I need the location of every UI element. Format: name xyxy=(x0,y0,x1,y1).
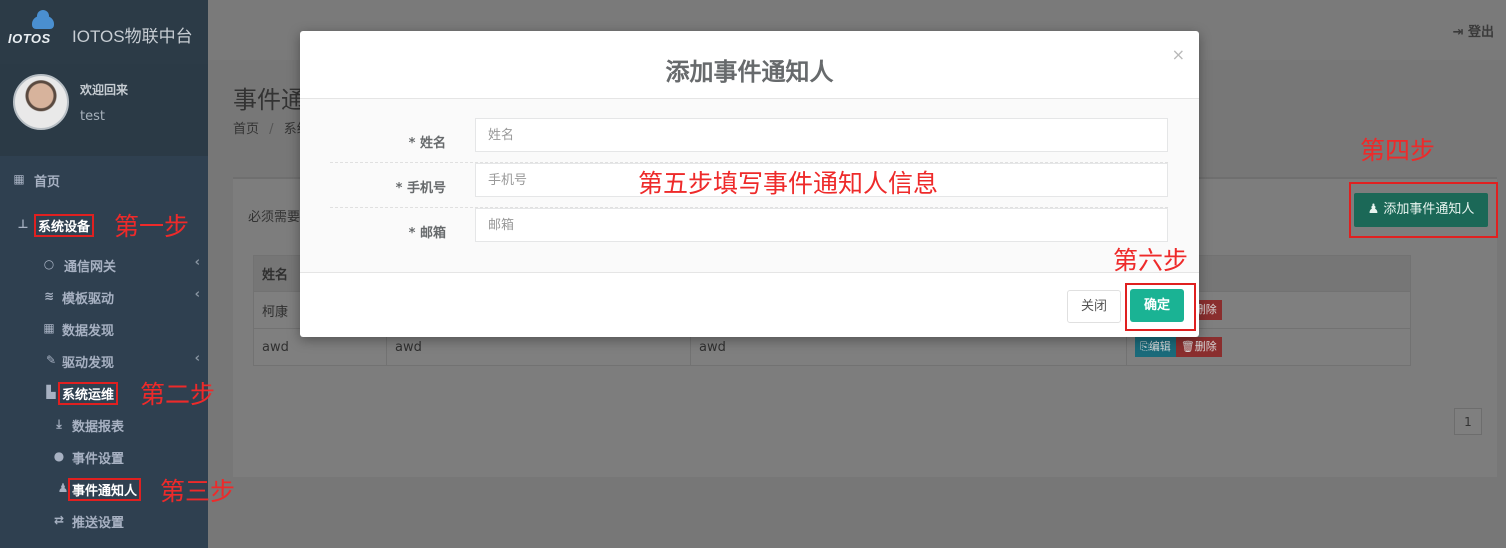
modal-footer: 关闭 确定 xyxy=(300,273,1199,337)
welcome-text: 欢迎回来 xyxy=(80,83,129,97)
sidebar-item-data-report[interactable]: ⤓ 数据报表 xyxy=(0,409,208,439)
logo-text: IOTOS xyxy=(8,31,51,46)
delete-button[interactable]: 🗑删除 xyxy=(1175,337,1222,357)
cloud-logo-icon xyxy=(32,10,54,29)
annotation-step5: 第五步填写事件通知人信息 xyxy=(638,169,939,198)
annotation-frame-confirm-button xyxy=(1125,283,1196,331)
close-icon[interactable]: × xyxy=(1172,45,1185,64)
sidebar-item-driver-discovery[interactable]: ✎ 驱动发现 ‹ xyxy=(0,345,208,375)
email-label: * 邮箱 xyxy=(408,226,446,241)
avatar[interactable] xyxy=(13,74,69,130)
table-icon: ▦ xyxy=(43,321,55,335)
info-icon: ● xyxy=(53,449,65,463)
chevron-left-icon: ‹ xyxy=(194,255,200,270)
app-title: IOTOS物联中台 xyxy=(72,27,193,46)
sidebar-item-event-settings[interactable]: ● 事件设置 xyxy=(0,441,208,471)
sidebar-header: IOTOS IOTOS物联中台 xyxy=(0,0,208,64)
circle-icon: ○ xyxy=(43,257,55,271)
username: test xyxy=(80,109,105,124)
chevron-left-icon: ‹ xyxy=(194,287,200,302)
chevron-left-icon: ‹ xyxy=(194,351,200,366)
sidebar-item-home[interactable]: ▦ 首页 xyxy=(0,164,208,194)
sidebar-item-gateway[interactable]: ○ 通信网关 ‹ xyxy=(0,249,208,279)
name-label: * 姓名 xyxy=(408,136,446,151)
breadcrumb-separator: / xyxy=(269,122,274,137)
breadcrumb-home[interactable]: 首页 xyxy=(233,122,259,137)
card-note: 必须需要 xyxy=(248,210,301,225)
form-row-name: * 姓名 xyxy=(330,118,1168,163)
sidebar-item-push-settings[interactable]: ⇄ 推送设置 xyxy=(0,505,208,535)
page-title: 事件通 xyxy=(233,86,305,114)
name-input[interactable] xyxy=(475,118,1168,152)
annotation-step4: 第四步 xyxy=(1360,136,1436,165)
annotation-step2: 第二步 xyxy=(140,380,216,409)
plug-icon: ✎ xyxy=(45,353,57,367)
breadcrumb: 首页 / 系统 xyxy=(233,118,310,137)
trash-icon: 🗑 xyxy=(1180,340,1195,353)
sitemap-icon: ⊥ xyxy=(17,217,29,231)
modal-header: 添加事件通知人 × xyxy=(300,31,1199,99)
email-input[interactable] xyxy=(475,208,1168,242)
sidebar-item-template-driver[interactable]: ≋ 模板驱动 ‹ xyxy=(0,281,208,311)
edit-button[interactable]: ⎘编辑 xyxy=(1135,337,1176,357)
grid-icon: ▦ xyxy=(13,172,25,186)
close-button[interactable]: 关闭 xyxy=(1067,290,1121,323)
copy-icon: ⎘ xyxy=(1140,340,1149,353)
modal-title: 添加事件通知人 xyxy=(665,58,834,86)
annotation-step3: 第三步 xyxy=(160,477,236,506)
download-icon: ⤓ xyxy=(56,417,62,431)
pagination-page-1[interactable]: 1 xyxy=(1454,408,1482,435)
logout-link[interactable]: ⇥ 登出 xyxy=(1453,21,1494,40)
bar-chart-icon: ▙ xyxy=(46,385,56,399)
sign-out-icon: ⇥ xyxy=(1452,25,1468,40)
phone-label: * 手机号 xyxy=(395,181,446,196)
retweet-icon: ⇄ xyxy=(53,513,65,527)
user-profile: 欢迎回来 test xyxy=(0,64,208,156)
form-row-email: * 邮箱 xyxy=(330,208,1168,253)
annotation-step6: 第六步 xyxy=(1113,246,1189,275)
wave-icon: ≋ xyxy=(43,289,55,303)
annotation-frame-add-button xyxy=(1349,182,1498,238)
annotation-step1: 第一步 xyxy=(114,212,190,241)
sidebar-item-data-discovery[interactable]: ▦ 数据发现 xyxy=(0,313,208,343)
